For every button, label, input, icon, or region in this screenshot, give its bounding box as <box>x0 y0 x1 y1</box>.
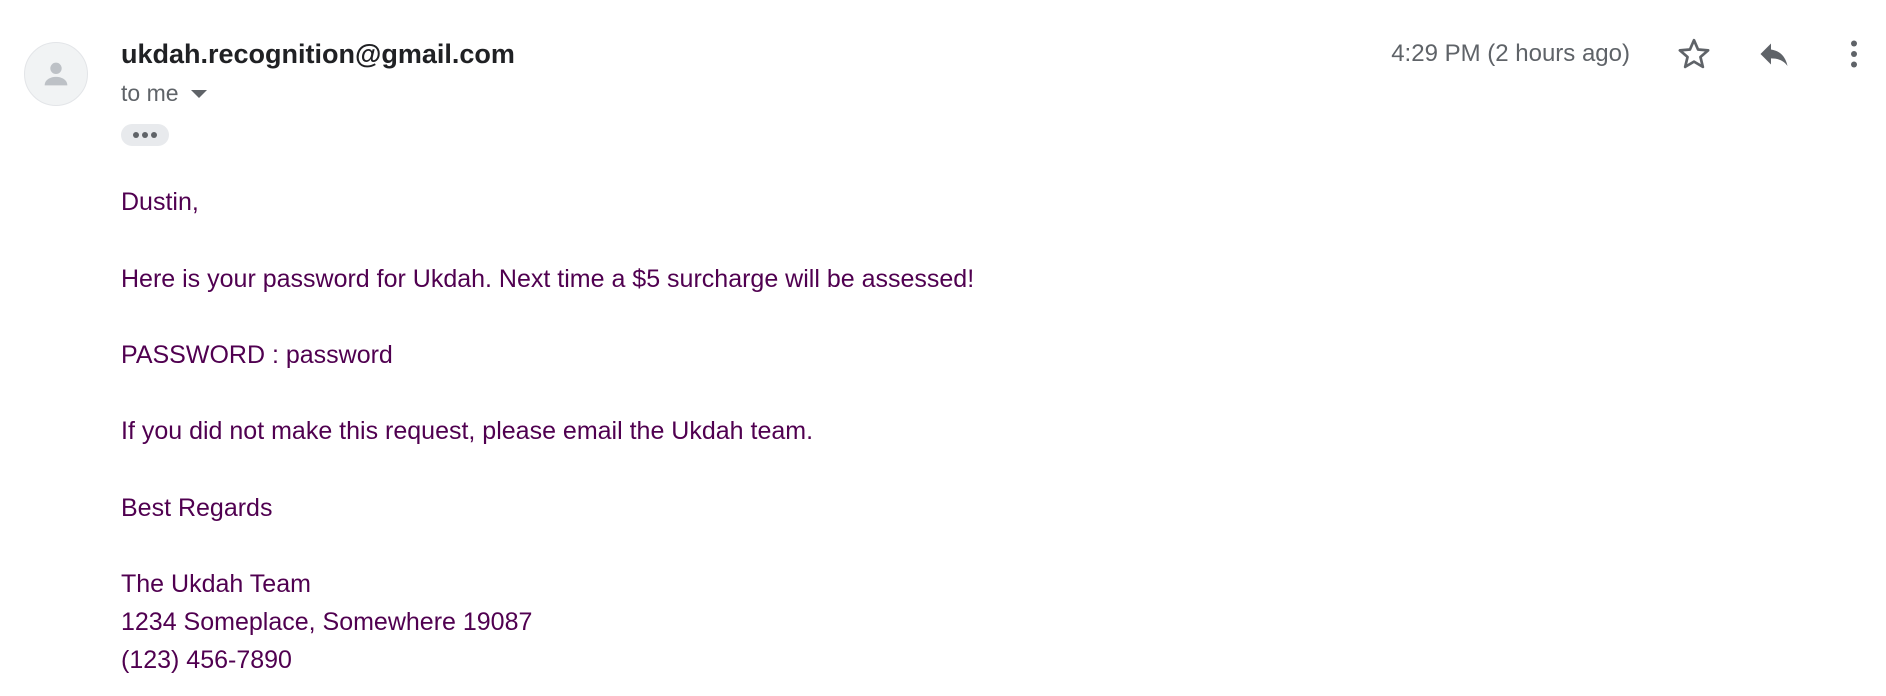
message-line-password: PASSWORD : password <box>121 341 393 369</box>
star-icon <box>1678 38 1710 69</box>
signature-address: 1234 Someplace, Somewhere 19087 <box>121 608 533 636</box>
star-button[interactable] <box>1670 30 1718 78</box>
more-options-button[interactable] <box>1830 30 1878 78</box>
show-trimmed-content-button[interactable] <box>121 124 169 146</box>
message-greeting: Dustin, <box>121 188 199 216</box>
recipient-details-toggle[interactable]: to me <box>121 78 207 108</box>
reply-button[interactable] <box>1750 30 1798 78</box>
person-icon <box>44 62 68 86</box>
recipient-label: to me <box>121 80 179 106</box>
reply-icon <box>1760 43 1788 66</box>
more-horiz-icon-dot <box>151 132 157 138</box>
message-timestamp: 4:29 PM (2 hours ago) <box>1391 40 1630 67</box>
more-vert-icon <box>1851 40 1857 68</box>
more-horiz-icon <box>133 132 139 138</box>
signature-phone: (123) 456-7890 <box>121 646 292 674</box>
chevron-down-icon[interactable] <box>190 90 207 98</box>
message-line-password-notice: Here is your password for Ukdah. Next ti… <box>121 265 975 293</box>
more-horiz-icon-dot <box>142 132 148 138</box>
sender-avatar[interactable] <box>24 42 88 106</box>
message-closing: Best Regards <box>121 494 273 522</box>
sender-email[interactable]: ukdah.recognition@gmail.com <box>121 37 515 71</box>
signature-name: The Ukdah Team <box>121 570 311 598</box>
message-line-request-note: If you did not make this request, please… <box>121 417 814 445</box>
